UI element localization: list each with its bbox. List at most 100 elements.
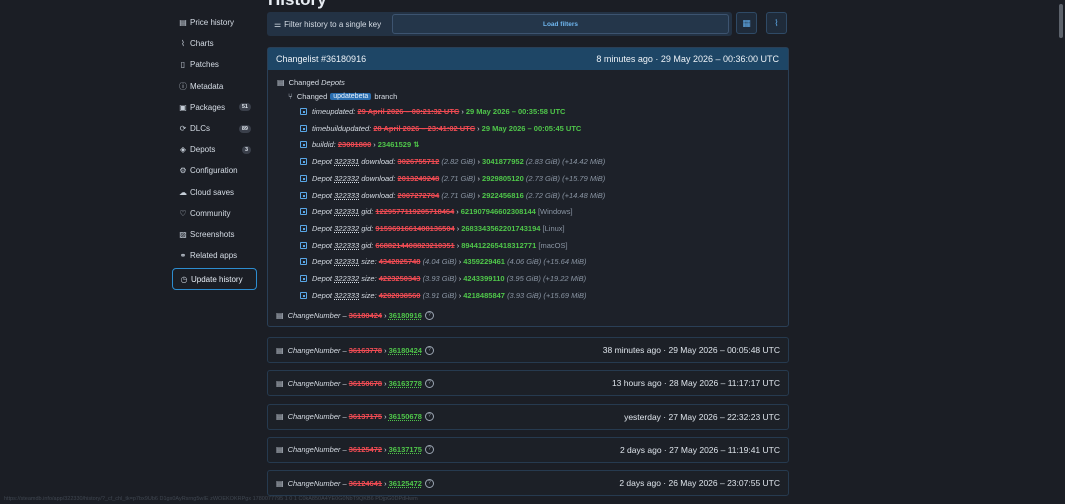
history-row[interactable]: ▤ ChangeNumber –36163778 › 36180424? 38 minut… <box>267 337 789 363</box>
sidebar-item-metadata[interactable]: ⓘ Metadata <box>172 76 257 97</box>
arrow-icon: › <box>477 157 481 167</box>
depot-id[interactable]: 322332 <box>334 274 359 283</box>
changed-depots: ▤ Changed Depots <box>277 78 345 87</box>
old-value: 36180424 <box>348 311 383 320</box>
change-line: buildid: 23001800 › 23461529 ⇅ <box>300 140 420 149</box>
filter-label[interactable]: ⚌ Filter history to a single key <box>267 20 388 29</box>
depot-id[interactable]: 322331 <box>334 257 359 266</box>
sidebar-item-label: Packages <box>190 102 226 112</box>
sidebar-item-label: DLCs <box>190 124 211 134</box>
arrow-icon: › <box>384 478 387 488</box>
new-value[interactable]: 36163778 <box>389 379 422 388</box>
package-icon: ▣ <box>179 102 187 112</box>
help-icon[interactable]: ? <box>424 345 434 355</box>
key-icon[interactable] <box>300 208 307 216</box>
chart-icon: ⌇ <box>774 17 779 28</box>
changelist-header[interactable]: Changelist #36180916 8 minutes ago · 29 … <box>268 48 788 70</box>
key-icon[interactable] <box>300 191 307 199</box>
sidebar-item-charts[interactable]: ⌇ Charts <box>172 33 257 54</box>
load-filters-button[interactable]: Load filters <box>392 14 729 34</box>
key-icon[interactable] <box>300 275 307 282</box>
dash: – <box>342 445 347 455</box>
calendar-icon: ▦ <box>742 17 751 28</box>
sidebar-item-price-history[interactable]: ▤ Price history <box>172 12 257 33</box>
depot-id[interactable]: 322333 <box>334 241 359 250</box>
branch-tag[interactable]: updatebeta <box>330 93 372 100</box>
info-icon: ⓘ <box>179 81 187 91</box>
compare-icon[interactable]: ⇅ <box>413 140 419 149</box>
new-value[interactable]: 36180916 <box>389 311 422 320</box>
branch-prefix: Changed <box>296 92 328 101</box>
calendar-button[interactable]: ▦ <box>736 12 757 34</box>
history-row[interactable]: ▤ ChangeNumber –36124641 › 36125472? 2 days a… <box>267 470 789 497</box>
scroll-thumb[interactable] <box>1059 4 1063 38</box>
sidebar-item-community[interactable]: ♡ Community <box>172 203 257 224</box>
image-icon: ▨ <box>179 229 187 239</box>
help-icon[interactable]: ? <box>424 478 434 488</box>
new-value: 3041877952 <box>482 157 524 167</box>
depot-id[interactable]: 322331 <box>334 207 359 216</box>
new-value[interactable]: 36125472 <box>389 479 422 488</box>
document-icon: ▤ <box>276 311 284 320</box>
depot-word: Depot <box>312 257 333 267</box>
new-value[interactable]: 36137175 <box>389 445 422 454</box>
arrow-icon: › <box>384 412 387 422</box>
depot-id[interactable]: 322333 <box>334 191 359 200</box>
key-icon[interactable] <box>300 291 307 299</box>
arrow-icon: › <box>458 290 462 300</box>
arrow-icon: › <box>384 378 387 388</box>
arrow-icon: › <box>456 223 460 233</box>
new-value[interactable]: 36150678 <box>389 412 422 421</box>
change-key: gid: <box>361 240 374 250</box>
sidebar-item-related-apps[interactable]: ⚭ Related apps <box>172 245 257 266</box>
key-icon[interactable] <box>300 224 307 232</box>
sidebar-item-packages[interactable]: ▣ Packages 51 <box>172 97 257 118</box>
change-key: buildid: <box>312 140 336 150</box>
sidebar-item-screenshots[interactable]: ▨ Screenshots <box>172 224 257 245</box>
help-icon[interactable]: ? <box>424 311 434 320</box>
key-icon[interactable] <box>300 108 307 115</box>
key-icon[interactable] <box>300 158 307 166</box>
help-icon[interactable]: ? <box>424 412 434 422</box>
new-value: 4359229461 <box>463 257 505 267</box>
old-value: 6688214408823210351 <box>375 240 455 250</box>
help-icon[interactable]: ? <box>424 378 434 388</box>
page-title: History <box>268 0 327 10</box>
key-icon[interactable] <box>300 141 307 149</box>
depot-id[interactable]: 322332 <box>334 174 359 183</box>
history-row[interactable]: ▤ ChangeNumber –36150678 › 36163778? 13 hours… <box>267 370 789 397</box>
old-note: (2.71 GiB) <box>441 173 476 183</box>
depot-id[interactable]: 322333 <box>334 291 359 300</box>
new-value[interactable]: 36180424 <box>389 346 422 355</box>
key-icon[interactable] <box>300 258 307 266</box>
arrow-icon: › <box>458 274 462 283</box>
gear-icon: ⚙ <box>179 166 187 176</box>
new-note: (2.73 GiB) <box>525 173 561 183</box>
history-row[interactable]: ▤ ChangeNumber –36125472 › 36137175? 2 days a… <box>267 436 789 463</box>
depot-word: Depot <box>312 173 333 183</box>
sidebar-item-patches[interactable]: ▯ Patches <box>172 54 257 75</box>
key-icon[interactable] <box>300 241 307 249</box>
sidebar-item-configuration[interactable]: ⚙ Configuration <box>172 160 257 181</box>
dash: – <box>342 311 347 320</box>
row-change: ▤ ChangeNumber –36150678 › 36163778? <box>276 378 434 388</box>
sidebar-item-update-history[interactable]: ◷ Update history <box>172 268 257 291</box>
change-key: gid: <box>361 207 374 217</box>
document-icon: ▤ <box>277 78 285 87</box>
sidebar-item-dlcs[interactable]: ⟳ DLCs 89 <box>172 118 257 139</box>
help-icon[interactable]: ? <box>424 445 434 455</box>
sidebar-item-depots[interactable]: ◈ Depots 3 <box>172 139 257 160</box>
platform-tag: [Linux] <box>542 223 565 233</box>
sidebar-item-cloud-saves[interactable]: ☁ Cloud saves <box>172 182 257 203</box>
changelist-title[interactable]: Changelist #36180916 <box>276 54 366 64</box>
scrollbar[interactable] <box>1057 0 1065 504</box>
key-icon[interactable] <box>300 174 307 182</box>
depot-id[interactable]: 322331 <box>334 157 359 166</box>
size-diff: (+15.79 MiB) <box>562 173 606 183</box>
arrow-icon: › <box>384 345 387 355</box>
history-row[interactable]: ▤ ChangeNumber –36137175 › 36150678? yesterda… <box>267 403 789 430</box>
depot-id[interactable]: 322332 <box>334 224 359 233</box>
arrow-icon: › <box>384 311 387 320</box>
chart-button[interactable]: ⌇ <box>766 12 787 34</box>
key-icon[interactable] <box>300 124 307 132</box>
